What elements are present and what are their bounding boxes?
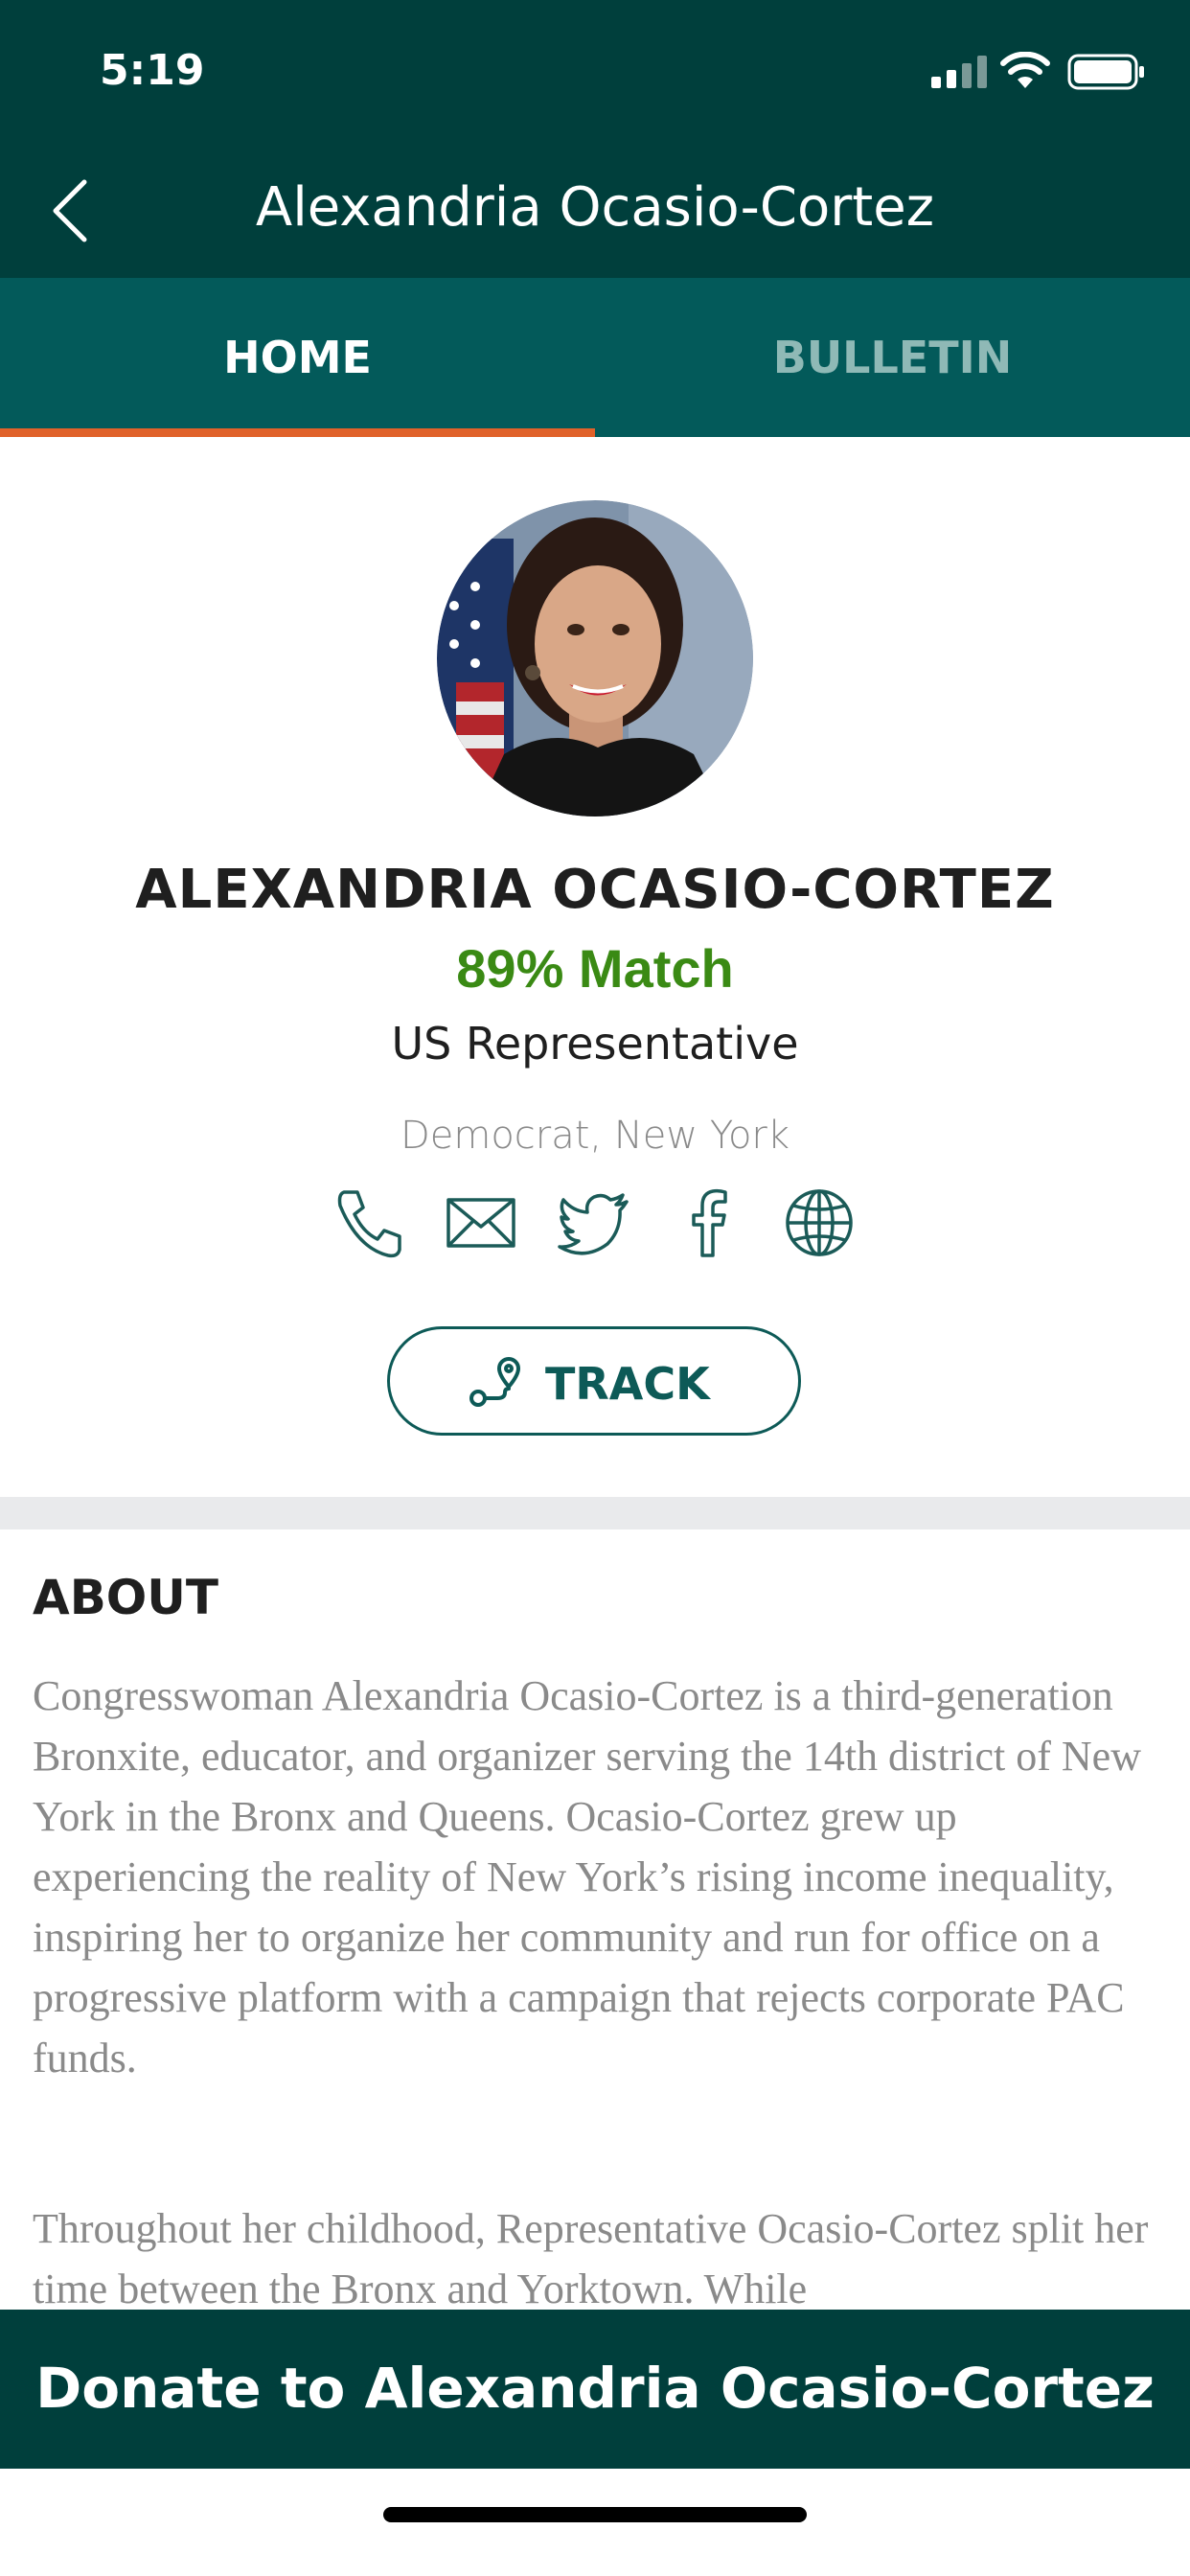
nav-bar: Alexandria Ocasio-Cortez bbox=[0, 144, 1190, 278]
profile-section: ALEXANDRIA OCASIO-CORTEZ 89% Match US Re… bbox=[0, 437, 1190, 1497]
donate-label: Donate to Alexandria Ocasio-Cortez bbox=[35, 2356, 1155, 2421]
status-bar: 5:19 bbox=[0, 0, 1190, 144]
globe-icon bbox=[786, 1189, 853, 1256]
about-title: ABOUT bbox=[33, 1570, 219, 1625]
wifi-icon bbox=[1000, 52, 1050, 88]
twitter-button[interactable] bbox=[556, 1184, 632, 1261]
battery-icon bbox=[1067, 54, 1144, 90]
tab-bulletin[interactable]: BULLETIN bbox=[595, 278, 1190, 437]
section-divider bbox=[0, 1497, 1190, 1530]
about-paragraph: Throughout her childhood, Representative… bbox=[33, 2205, 1149, 2310]
email-button[interactable] bbox=[443, 1184, 519, 1261]
twitter-icon bbox=[558, 1193, 629, 1255]
website-button[interactable] bbox=[781, 1184, 858, 1261]
candidate-name: ALEXANDRIA OCASIO-CORTEZ bbox=[135, 859, 1055, 921]
page-title: Alexandria Ocasio-Cortez bbox=[255, 176, 935, 239]
mail-icon bbox=[446, 1198, 515, 1248]
phone-icon bbox=[337, 1190, 401, 1258]
active-tab-indicator bbox=[0, 428, 595, 437]
facebook-icon bbox=[692, 1188, 727, 1257]
status-time: 5:19 bbox=[100, 46, 205, 95]
cellular-signal-icon bbox=[931, 56, 987, 88]
party-state: Democrat, New York bbox=[400, 1114, 790, 1158]
match-percentage: 89% Match bbox=[456, 938, 734, 999]
facebook-button[interactable] bbox=[671, 1184, 747, 1261]
home-indicator[interactable] bbox=[383, 2507, 807, 2522]
tab-bar: HOME BULLETIN bbox=[0, 278, 1190, 437]
about-section[interactable]: ABOUT Congresswoman Alexandria Ocasio-Co… bbox=[0, 1530, 1190, 2310]
track-button[interactable]: TRACK bbox=[387, 1326, 801, 1436]
track-label: TRACK bbox=[545, 1358, 710, 1410]
route-pin-icon bbox=[469, 1357, 520, 1407]
chevron-left-icon bbox=[53, 179, 87, 242]
home-indicator-area bbox=[0, 2469, 1190, 2576]
avatar bbox=[437, 500, 753, 816]
donate-button[interactable]: Donate to Alexandria Ocasio-Cortez bbox=[0, 2310, 1190, 2469]
back-button[interactable] bbox=[38, 172, 105, 249]
office-title: US Representative bbox=[391, 1018, 799, 1070]
phone-button[interactable] bbox=[331, 1184, 407, 1261]
tab-home[interactable]: HOME bbox=[0, 278, 595, 437]
about-paragraph: Congresswoman Alexandria Ocasio-Cortez i… bbox=[33, 1672, 1141, 2082]
